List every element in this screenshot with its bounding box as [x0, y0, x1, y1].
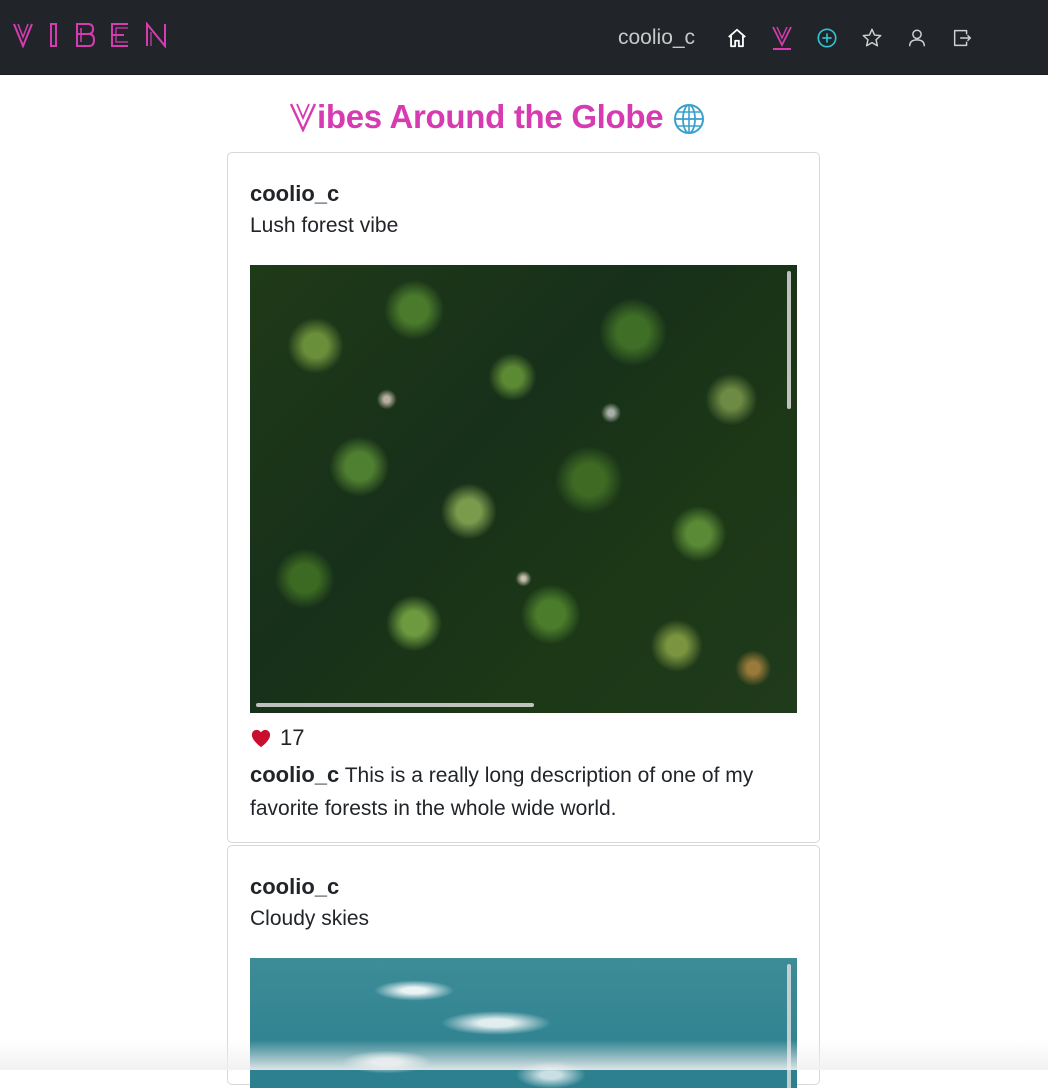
- image-horizontal-scrollbar[interactable]: [256, 703, 534, 707]
- title-v-icon: [290, 103, 316, 132]
- logo-letter-i: [50, 23, 57, 47]
- post-card: coolio_c Lush forest vibe 17 coolio_c Th…: [227, 152, 820, 843]
- star-icon[interactable]: [860, 26, 884, 50]
- logo-letter-v: [13, 23, 33, 48]
- add-post-icon[interactable]: [815, 26, 839, 50]
- logo-letter-e: [111, 23, 128, 47]
- logout-icon[interactable]: [950, 26, 974, 50]
- home-icon[interactable]: [725, 26, 749, 50]
- globe-icon: [674, 104, 705, 134]
- forest-aerial-image[interactable]: [250, 265, 797, 713]
- window-bottom-edge: [0, 1040, 1048, 1070]
- nav-username[interactable]: coolio_c: [618, 26, 695, 50]
- viben-logo[interactable]: [13, 22, 167, 48]
- profile-icon[interactable]: [905, 26, 929, 50]
- caption-author[interactable]: coolio_c: [250, 762, 339, 787]
- like-row: 17: [250, 725, 304, 751]
- page-title: ibes Around the Globe: [290, 98, 705, 136]
- top-navbar: coolio_c: [0, 0, 1048, 75]
- logo-letter-b: [76, 23, 95, 47]
- image-vertical-scrollbar[interactable]: [787, 271, 791, 409]
- like-count: 17: [280, 725, 305, 750]
- vibe-icon[interactable]: [770, 26, 794, 50]
- nav-actions: coolio_c: [618, 20, 995, 56]
- post-author[interactable]: coolio_c: [250, 874, 339, 900]
- post-title: Cloudy skies: [250, 907, 370, 930]
- logo-letter-n: [146, 22, 166, 48]
- page-title-text: ibes Around the Globe: [317, 98, 664, 135]
- heart-icon[interactable]: [250, 728, 272, 748]
- post-title: Lush forest vibe: [250, 214, 399, 237]
- post-author[interactable]: coolio_c: [250, 181, 339, 207]
- post-caption: coolio_c This is a really long descripti…: [250, 758, 805, 825]
